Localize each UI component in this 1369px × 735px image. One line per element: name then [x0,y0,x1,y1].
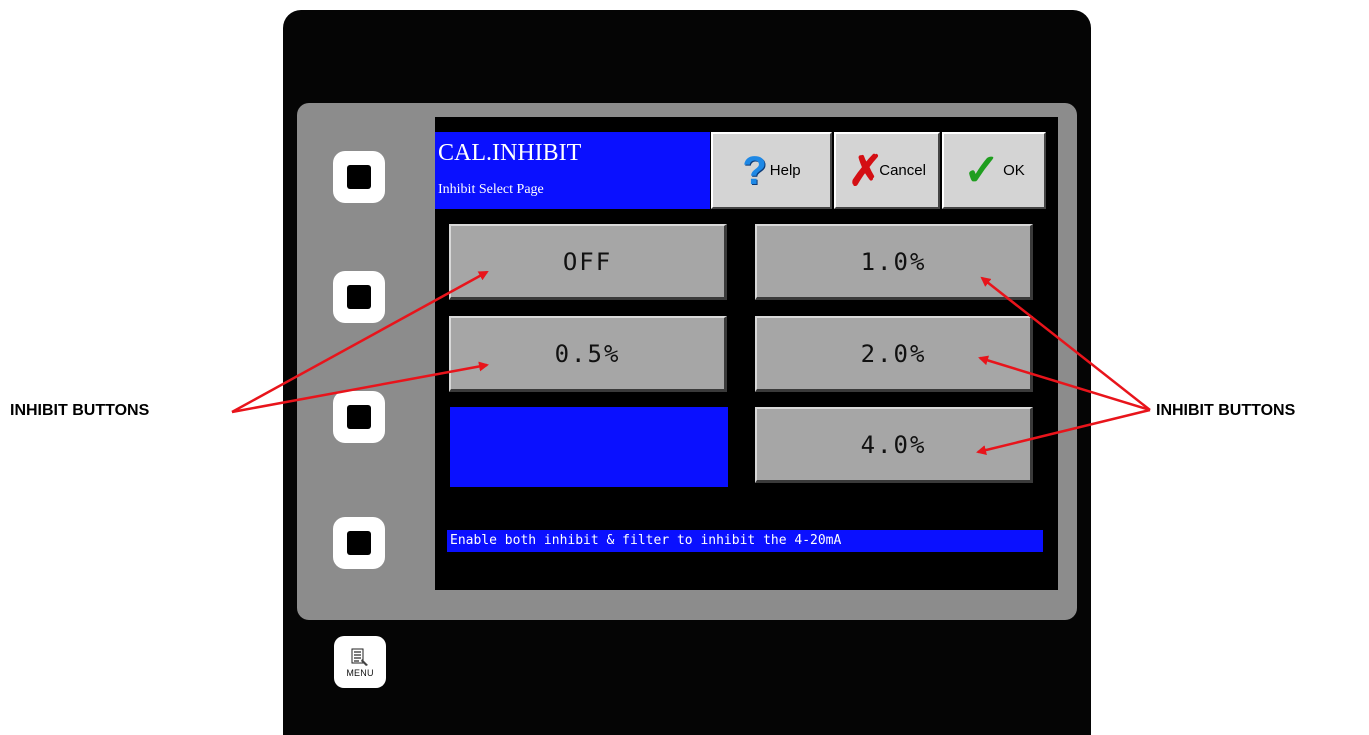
arrow-right-to-1-0 [980,276,1151,411]
arrow-left-to-0-5 [231,361,489,414]
arrow-left-to-off [231,270,489,414]
arrow-right-to-2-0 [978,355,1151,412]
arrow-right-to-4-0 [976,408,1151,455]
annotation-arrows [231,270,1151,455]
